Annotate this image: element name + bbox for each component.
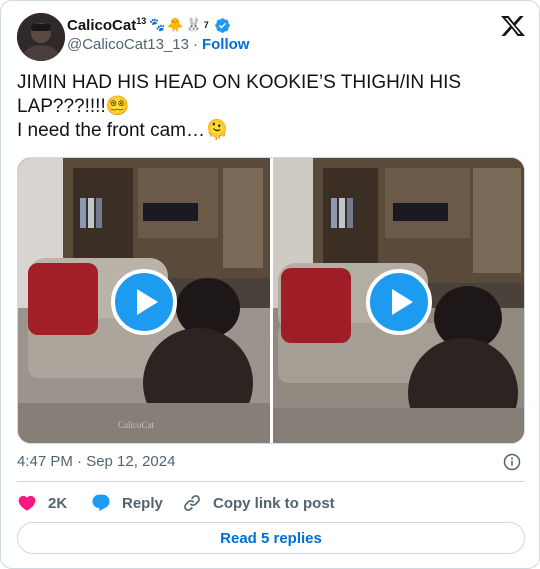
action-bar: 2K Reply Copy link to post <box>17 491 342 515</box>
video-watermark: CalicoCat <box>118 420 154 430</box>
tweet-text: JIMIN HAD HIS HEAD ON KOOKIE’S THIGH/IN … <box>17 71 525 143</box>
video-thumbnail-2[interactable] <box>273 158 524 443</box>
like-count: 2K <box>48 494 68 512</box>
heart-icon <box>18 495 36 511</box>
tweet-embed-card: CalicoCat13 🐾 🐥 🐰 7 @CalicoCat13_13 · Fo… <box>0 0 540 569</box>
media-grid: CalicoCat <box>17 157 525 444</box>
display-name-superscript: 13 <box>136 16 147 26</box>
copy-link-button[interactable]: Copy link to post <box>182 493 342 513</box>
tweet-text-line-3: I need the front cam…🫠 <box>17 120 229 141</box>
play-button-2[interactable] <box>366 269 432 335</box>
reply-bubble-icon <box>92 494 110 512</box>
paw-icon: 🐾 <box>149 17 166 32</box>
reply-button[interactable]: Reply <box>91 493 182 513</box>
tweet-timestamp[interactable]: 4:47 PM · Sep 12, 2024 <box>17 453 175 470</box>
chick-icon: 🐥 <box>167 17 184 32</box>
avatar[interactable] <box>17 13 65 61</box>
badge-superscript: 7 <box>203 20 209 30</box>
display-name-row: CalicoCat13 🐾 🐥 🐰 7 <box>67 15 249 35</box>
play-button-1[interactable] <box>111 269 177 335</box>
tweet-text-line-1: JIMIN HAD HIS HEAD ON KOOKIE’S THIGH/IN … <box>17 72 462 93</box>
link-icon <box>184 495 200 511</box>
display-name[interactable]: CalicoCat13 <box>67 16 146 34</box>
follow-link[interactable]: Follow <box>202 36 250 53</box>
author-names: CalicoCat13 🐾 🐥 🐰 7 @CalicoCat13_13 · Fo… <box>67 15 249 53</box>
emoji-badges: 🐾 🐥 🐰 7 <box>149 17 209 33</box>
author-handle[interactable]: @CalicoCat13_13 <box>67 36 189 53</box>
x-logo-icon[interactable] <box>501 15 525 37</box>
handle-separator: · <box>192 36 198 53</box>
handle-row: @CalicoCat13_13 · Follow <box>67 36 249 53</box>
copy-link-label: Copy link to post <box>213 494 335 512</box>
divider <box>17 481 525 482</box>
read-replies-button[interactable]: Read 5 replies <box>17 522 525 554</box>
play-icon <box>391 289 413 315</box>
tweet-header: CalicoCat13 🐾 🐥 🐰 7 @CalicoCat13_13 · Fo… <box>17 13 525 61</box>
read-replies-label: Read 5 replies <box>220 529 322 547</box>
play-icon <box>136 289 158 315</box>
verified-badge-icon <box>215 17 230 33</box>
tweet-text-line-2: LAP???!!!!😵‍💫 <box>17 96 130 117</box>
video-thumbnail-1[interactable]: CalicoCat <box>18 158 270 443</box>
info-icon[interactable] <box>503 453 521 471</box>
reply-label: Reply <box>122 494 163 512</box>
like-button[interactable]: 2K <box>17 493 91 513</box>
rabbit-icon: 🐰 <box>185 17 202 32</box>
